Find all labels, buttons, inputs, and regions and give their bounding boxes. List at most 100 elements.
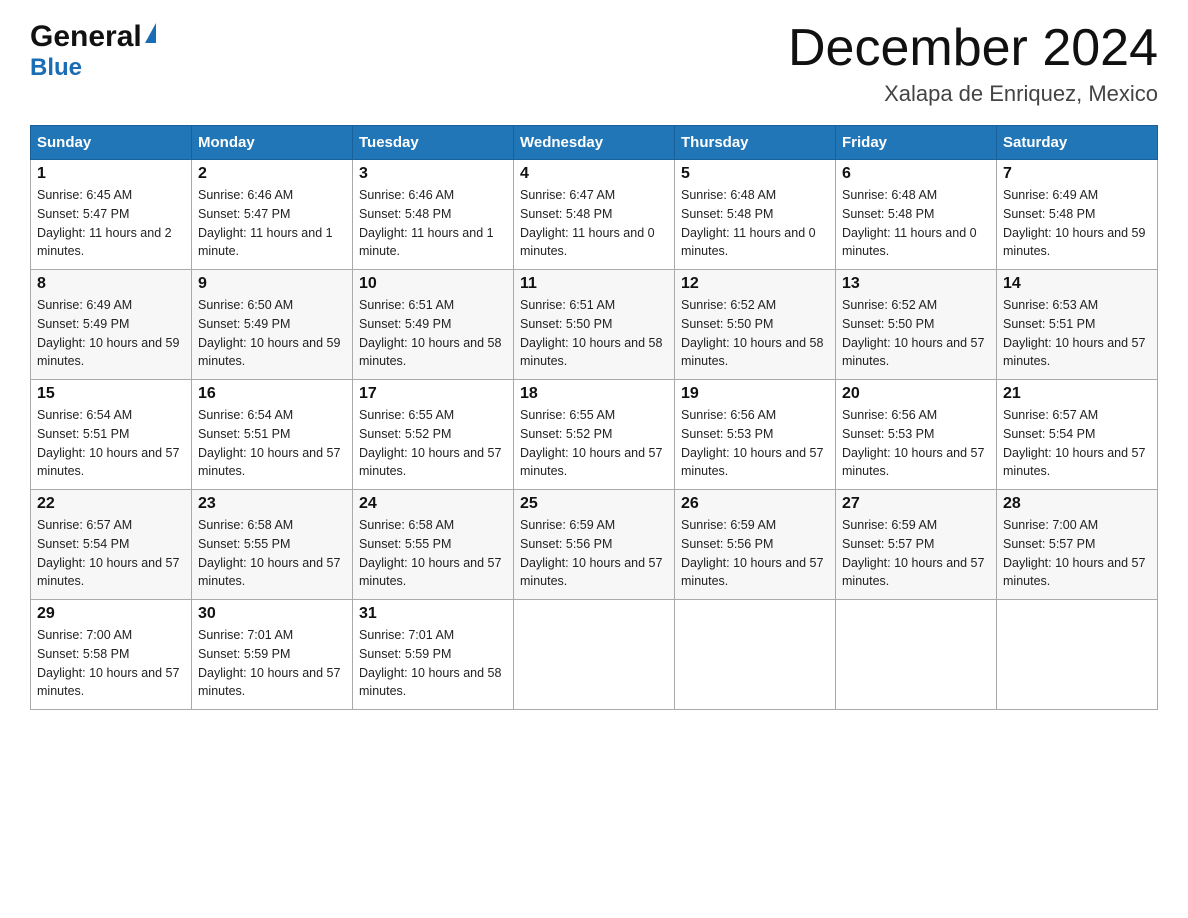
calendar-week-row: 22 Sunrise: 6:57 AMSunset: 5:54 PMDaylig…: [31, 490, 1158, 600]
day-info: Sunrise: 6:57 AMSunset: 5:54 PMDaylight:…: [1003, 406, 1151, 481]
calendar-cell: 30 Sunrise: 7:01 AMSunset: 5:59 PMDaylig…: [192, 600, 353, 710]
col-wednesday: Wednesday: [514, 126, 675, 160]
day-number: 19: [681, 385, 829, 403]
day-info: Sunrise: 7:01 AMSunset: 5:59 PMDaylight:…: [198, 626, 346, 701]
calendar-cell: 6 Sunrise: 6:48 AMSunset: 5:48 PMDayligh…: [836, 160, 997, 270]
calendar-cell: 1 Sunrise: 6:45 AMSunset: 5:47 PMDayligh…: [31, 160, 192, 270]
day-info: Sunrise: 6:46 AMSunset: 5:47 PMDaylight:…: [198, 186, 346, 261]
col-tuesday: Tuesday: [353, 126, 514, 160]
calendar-cell: 2 Sunrise: 6:46 AMSunset: 5:47 PMDayligh…: [192, 160, 353, 270]
calendar-cell: 8 Sunrise: 6:49 AMSunset: 5:49 PMDayligh…: [31, 270, 192, 380]
day-number: 21: [1003, 385, 1151, 403]
day-info: Sunrise: 6:54 AMSunset: 5:51 PMDaylight:…: [198, 406, 346, 481]
title-area: December 2024 Xalapa de Enriquez, Mexico: [788, 20, 1158, 107]
day-number: 6: [842, 165, 990, 183]
calendar-cell: 14 Sunrise: 6:53 AMSunset: 5:51 PMDaylig…: [997, 270, 1158, 380]
day-number: 31: [359, 605, 507, 623]
day-info: Sunrise: 6:51 AMSunset: 5:49 PMDaylight:…: [359, 296, 507, 371]
calendar-cell: 23 Sunrise: 6:58 AMSunset: 5:55 PMDaylig…: [192, 490, 353, 600]
day-info: Sunrise: 6:51 AMSunset: 5:50 PMDaylight:…: [520, 296, 668, 371]
calendar-cell: 18 Sunrise: 6:55 AMSunset: 5:52 PMDaylig…: [514, 380, 675, 490]
logo-general-text: General: [30, 20, 142, 54]
calendar-cell: 13 Sunrise: 6:52 AMSunset: 5:50 PMDaylig…: [836, 270, 997, 380]
day-number: 7: [1003, 165, 1151, 183]
day-number: 20: [842, 385, 990, 403]
day-info: Sunrise: 6:59 AMSunset: 5:57 PMDaylight:…: [842, 516, 990, 591]
day-number: 27: [842, 495, 990, 513]
col-friday: Friday: [836, 126, 997, 160]
calendar-cell: 3 Sunrise: 6:46 AMSunset: 5:48 PMDayligh…: [353, 160, 514, 270]
day-number: 4: [520, 165, 668, 183]
day-info: Sunrise: 6:49 AMSunset: 5:48 PMDaylight:…: [1003, 186, 1151, 261]
calendar-cell: 9 Sunrise: 6:50 AMSunset: 5:49 PMDayligh…: [192, 270, 353, 380]
day-info: Sunrise: 6:47 AMSunset: 5:48 PMDaylight:…: [520, 186, 668, 261]
day-number: 18: [520, 385, 668, 403]
calendar-week-row: 8 Sunrise: 6:49 AMSunset: 5:49 PMDayligh…: [31, 270, 1158, 380]
calendar-cell: 10 Sunrise: 6:51 AMSunset: 5:49 PMDaylig…: [353, 270, 514, 380]
day-number: 10: [359, 275, 507, 293]
calendar-cell: 31 Sunrise: 7:01 AMSunset: 5:59 PMDaylig…: [353, 600, 514, 710]
calendar-cell: 5 Sunrise: 6:48 AMSunset: 5:48 PMDayligh…: [675, 160, 836, 270]
col-thursday: Thursday: [675, 126, 836, 160]
col-monday: Monday: [192, 126, 353, 160]
calendar-week-row: 29 Sunrise: 7:00 AMSunset: 5:58 PMDaylig…: [31, 600, 1158, 710]
calendar-cell: 17 Sunrise: 6:55 AMSunset: 5:52 PMDaylig…: [353, 380, 514, 490]
col-sunday: Sunday: [31, 126, 192, 160]
calendar-table: Sunday Monday Tuesday Wednesday Thursday…: [30, 125, 1158, 710]
month-title: December 2024: [788, 20, 1158, 77]
day-info: Sunrise: 6:59 AMSunset: 5:56 PMDaylight:…: [681, 516, 829, 591]
day-number: 25: [520, 495, 668, 513]
day-number: 24: [359, 495, 507, 513]
calendar-cell: 29 Sunrise: 7:00 AMSunset: 5:58 PMDaylig…: [31, 600, 192, 710]
day-info: Sunrise: 6:55 AMSunset: 5:52 PMDaylight:…: [359, 406, 507, 481]
calendar-cell: 15 Sunrise: 6:54 AMSunset: 5:51 PMDaylig…: [31, 380, 192, 490]
day-number: 3: [359, 165, 507, 183]
calendar-cell: [514, 600, 675, 710]
day-number: 13: [842, 275, 990, 293]
logo-triangle-icon: [145, 23, 156, 43]
calendar-cell: 25 Sunrise: 6:59 AMSunset: 5:56 PMDaylig…: [514, 490, 675, 600]
day-info: Sunrise: 6:55 AMSunset: 5:52 PMDaylight:…: [520, 406, 668, 481]
day-number: 14: [1003, 275, 1151, 293]
calendar-cell: 19 Sunrise: 6:56 AMSunset: 5:53 PMDaylig…: [675, 380, 836, 490]
day-info: Sunrise: 6:59 AMSunset: 5:56 PMDaylight:…: [520, 516, 668, 591]
day-info: Sunrise: 7:00 AMSunset: 5:58 PMDaylight:…: [37, 626, 185, 701]
calendar-cell: 16 Sunrise: 6:54 AMSunset: 5:51 PMDaylig…: [192, 380, 353, 490]
calendar-cell: 24 Sunrise: 6:58 AMSunset: 5:55 PMDaylig…: [353, 490, 514, 600]
calendar-week-row: 1 Sunrise: 6:45 AMSunset: 5:47 PMDayligh…: [31, 160, 1158, 270]
calendar-cell: 20 Sunrise: 6:56 AMSunset: 5:53 PMDaylig…: [836, 380, 997, 490]
day-info: Sunrise: 6:56 AMSunset: 5:53 PMDaylight:…: [681, 406, 829, 481]
day-info: Sunrise: 6:57 AMSunset: 5:54 PMDaylight:…: [37, 516, 185, 591]
day-info: Sunrise: 6:50 AMSunset: 5:49 PMDaylight:…: [198, 296, 346, 371]
day-number: 30: [198, 605, 346, 623]
day-number: 8: [37, 275, 185, 293]
calendar-cell: 12 Sunrise: 6:52 AMSunset: 5:50 PMDaylig…: [675, 270, 836, 380]
day-info: Sunrise: 6:46 AMSunset: 5:48 PMDaylight:…: [359, 186, 507, 261]
calendar-cell: 28 Sunrise: 7:00 AMSunset: 5:57 PMDaylig…: [997, 490, 1158, 600]
day-info: Sunrise: 6:48 AMSunset: 5:48 PMDaylight:…: [681, 186, 829, 261]
day-number: 16: [198, 385, 346, 403]
page-header: General Blue December 2024 Xalapa de Enr…: [30, 20, 1158, 107]
day-number: 15: [37, 385, 185, 403]
day-number: 1: [37, 165, 185, 183]
calendar-cell: [997, 600, 1158, 710]
calendar-cell: 7 Sunrise: 6:49 AMSunset: 5:48 PMDayligh…: [997, 160, 1158, 270]
calendar-cell: 11 Sunrise: 6:51 AMSunset: 5:50 PMDaylig…: [514, 270, 675, 380]
day-info: Sunrise: 6:45 AMSunset: 5:47 PMDaylight:…: [37, 186, 185, 261]
day-info: Sunrise: 6:56 AMSunset: 5:53 PMDaylight:…: [842, 406, 990, 481]
calendar-cell: 21 Sunrise: 6:57 AMSunset: 5:54 PMDaylig…: [997, 380, 1158, 490]
location-subtitle: Xalapa de Enriquez, Mexico: [788, 81, 1158, 107]
day-info: Sunrise: 7:00 AMSunset: 5:57 PMDaylight:…: [1003, 516, 1151, 591]
day-info: Sunrise: 7:01 AMSunset: 5:59 PMDaylight:…: [359, 626, 507, 701]
day-info: Sunrise: 6:58 AMSunset: 5:55 PMDaylight:…: [359, 516, 507, 591]
day-info: Sunrise: 6:52 AMSunset: 5:50 PMDaylight:…: [842, 296, 990, 371]
day-info: Sunrise: 6:48 AMSunset: 5:48 PMDaylight:…: [842, 186, 990, 261]
day-info: Sunrise: 6:52 AMSunset: 5:50 PMDaylight:…: [681, 296, 829, 371]
calendar-cell: 26 Sunrise: 6:59 AMSunset: 5:56 PMDaylig…: [675, 490, 836, 600]
day-number: 2: [198, 165, 346, 183]
day-number: 17: [359, 385, 507, 403]
calendar-week-row: 15 Sunrise: 6:54 AMSunset: 5:51 PMDaylig…: [31, 380, 1158, 490]
logo-blue-text: Blue: [30, 54, 82, 81]
col-saturday: Saturday: [997, 126, 1158, 160]
day-number: 23: [198, 495, 346, 513]
